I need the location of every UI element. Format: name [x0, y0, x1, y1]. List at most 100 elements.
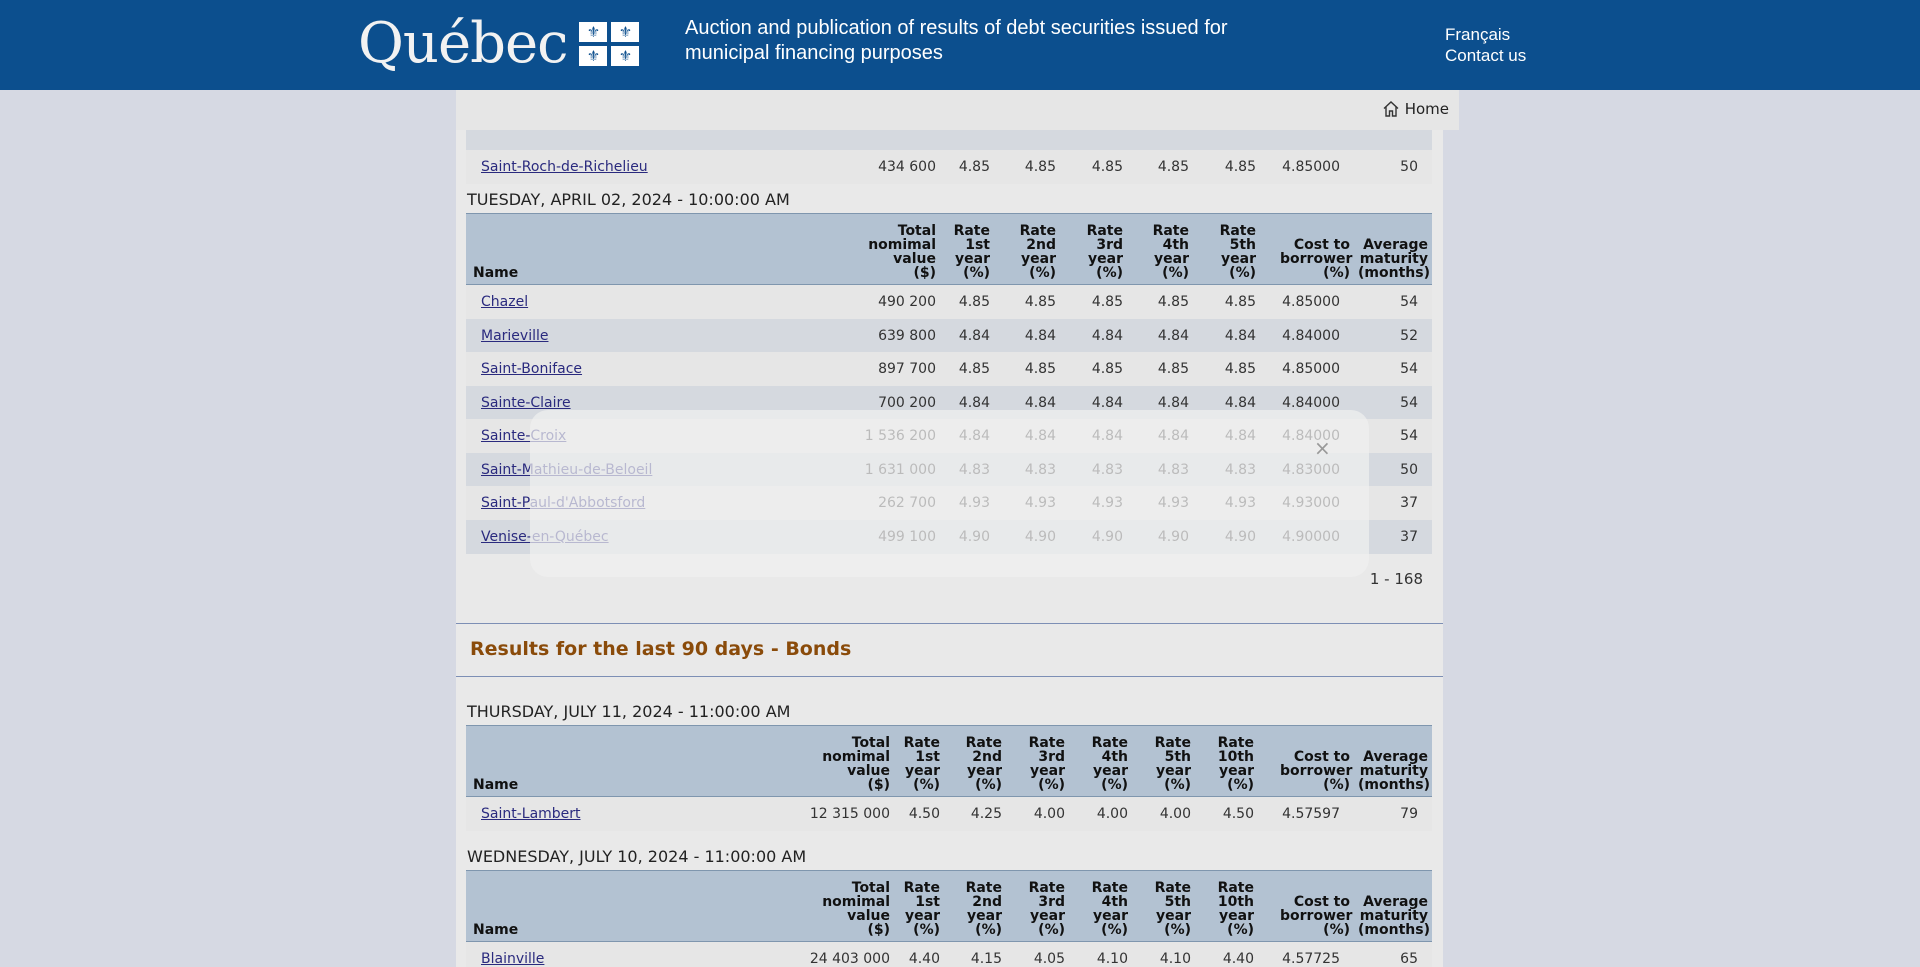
table-cell: 50 [1400, 159, 1418, 175]
contact-link[interactable]: Contact us [1445, 45, 1526, 66]
table-row [466, 130, 1432, 150]
language-link[interactable]: Français [1445, 24, 1526, 45]
table-cell: 4.85 [1224, 361, 1256, 377]
table-cell: 54 [1400, 361, 1418, 377]
table-cell: 490 200 [878, 294, 936, 310]
column-header: Cost to borrower (%) [1280, 894, 1353, 938]
table-cell: 4.85 [1024, 159, 1056, 175]
column-header: Average maturity (months) [1358, 894, 1430, 938]
table-header: Name Total nomimal value ($) Rate 1st year… [466, 870, 1432, 942]
pagination-range: 1 - 168 [1369, 570, 1423, 588]
municipality-link[interactable]: Saint-Lambert [481, 797, 581, 831]
table-row: Blainville 24 403 000 4.40 4.15 4.05 4.10 4.10… [466, 942, 1432, 967]
table-cell: 4.84 [958, 327, 990, 344]
fleur-de-lis-flag-icon: ⚜ ⚜ ⚜ ⚜ [579, 22, 640, 66]
table-cell: 12 315 000 [809, 806, 890, 822]
auction-date: THURSDAY, JULY 11, 2024 - 11:00:00 AM [467, 702, 791, 721]
table-row: Chazel 490 200 4.85 4.85 4.85 4.85 4.85 4.85000… [466, 285, 1432, 319]
table-cell: 4.84 [1224, 327, 1256, 344]
column-header-name: Name [473, 922, 519, 938]
table-cell: 4.10 [1096, 951, 1128, 967]
quebec-logo[interactable]: Québec ⚜ ⚜ ⚜ ⚜ [358, 14, 640, 74]
table-cell: 54 [1400, 294, 1418, 310]
table-cell: 4.85 [1024, 361, 1056, 377]
municipality-link[interactable]: Marieville [481, 319, 548, 353]
table-cell: 4.85 [1157, 159, 1189, 175]
column-header: Rate 1st year (%) [903, 735, 940, 793]
table-cell: 4.85 [1224, 294, 1256, 310]
column-header: Rate 10th year (%) [1217, 735, 1254, 793]
table-cell: 65 [1400, 951, 1418, 967]
municipality-link[interactable]: Saint-Roch-de-Richelieu [481, 150, 648, 184]
table-cell: 50 [1400, 461, 1418, 478]
table-cell: 4.85 [1091, 159, 1123, 175]
column-header: Rate 4th year (%) [1091, 735, 1128, 793]
table-cell: 24 403 000 [809, 951, 890, 967]
column-header: Rate 3rd year (%) [1028, 735, 1065, 793]
table-cell: 4.25 [970, 806, 1002, 822]
column-header: Rate 3rd year (%) [1028, 880, 1065, 938]
table-cell: 4.85 [958, 159, 990, 175]
bonds-section-header: Results for the last 90 days - Bonds [456, 623, 1443, 677]
table-cell: 4.50 [1222, 806, 1254, 822]
table-cell: 4.10 [1159, 951, 1191, 967]
column-header: Rate 5th year (%) [1154, 880, 1191, 938]
modal-overlay[interactable]: × [530, 410, 1369, 577]
column-header: Cost to borrower (%) [1280, 749, 1353, 793]
breadcrumb-bar: Home [456, 90, 1459, 130]
table-cell: 4.00 [1096, 806, 1128, 822]
table-cell: 79 [1400, 806, 1418, 822]
table-cell: 4.85000 [1282, 361, 1340, 377]
table-cell: 54 [1400, 428, 1418, 444]
column-header: Rate 2nd year (%) [965, 880, 1002, 938]
table-cell: 4.05 [1033, 951, 1065, 967]
table-cell: 4.85 [1224, 159, 1256, 175]
table-cell: 4.84 [1157, 327, 1189, 344]
close-icon[interactable]: × [1314, 436, 1331, 460]
column-header: Average maturity (months) [1358, 749, 1430, 793]
table-cell: 897 700 [878, 361, 936, 377]
table-row: Marieville 639 800 4.84 4.84 4.84 4.84 4.84 4.8… [466, 318, 1432, 353]
table-cell: 4.85 [1091, 294, 1123, 310]
municipality-link[interactable]: Chazel [481, 285, 528, 319]
table-cell: 4.84000 [1282, 327, 1340, 344]
table-cell: 4.85 [1091, 361, 1123, 377]
column-header: Rate 1st year (%) [903, 880, 940, 938]
home-icon [1383, 101, 1399, 117]
municipality-link[interactable]: Saint-Boniface [481, 352, 582, 386]
site-header: Québec ⚜ ⚜ ⚜ ⚜ Auction and publication of r… [0, 0, 1920, 90]
table-cell: 37 [1400, 528, 1418, 545]
auction-date: TUESDAY, APRIL 02, 2024 - 10:00:00 AM [467, 190, 790, 209]
table-row: Saint-Lambert 12 315 000 4.50 4.25 4.00 4.00 4… [466, 797, 1432, 831]
table-cell: 54 [1400, 394, 1418, 411]
section-title: Results for the last 90 days - Bonds [470, 638, 852, 660]
table-cell: 4.85 [958, 361, 990, 377]
column-header: Rate 4th year (%) [1152, 223, 1189, 281]
home-label: Home [1404, 100, 1449, 118]
table-cell: 434 600 [878, 159, 936, 175]
table-cell: 4.85 [1157, 294, 1189, 310]
home-link[interactable]: Home [1382, 100, 1449, 118]
column-header: Rate 3rd year (%) [1086, 223, 1123, 281]
table-cell: 4.85 [958, 294, 990, 310]
column-header: Cost to borrower (%) [1280, 237, 1353, 281]
column-header: Rate 10th year (%) [1217, 880, 1254, 938]
auction-date: WEDNESDAY, JULY 10, 2024 - 11:00:00 AM [467, 847, 807, 866]
table-cell: 4.85000 [1282, 159, 1340, 175]
column-header: Total nomimal value ($) [868, 223, 936, 281]
table-row: Saint-Roch-de-Richelieu 434 600 4.85 4.8… [466, 150, 1432, 184]
table-cell: 4.85 [1024, 294, 1056, 310]
column-header: Rate 2nd year (%) [965, 735, 1002, 793]
table-row: Saint-Boniface 897 700 4.85 4.85 4.85 4.85 4.8… [466, 352, 1432, 386]
table-cell: 4.85000 [1282, 294, 1340, 310]
table-cell: 37 [1400, 495, 1418, 511]
table-cell: 4.84 [1024, 327, 1056, 344]
column-header: Rate 5th year (%) [1154, 735, 1191, 793]
table-cell: 4.00 [1033, 806, 1065, 822]
table-cell: 4.57725 [1282, 951, 1340, 967]
table-cell: 639 800 [878, 327, 936, 344]
column-header-name: Name [473, 265, 519, 281]
municipality-link[interactable]: Blainville [481, 942, 544, 967]
table-cell: 4.85 [1157, 361, 1189, 377]
column-header: Total nomimal value ($) [822, 880, 890, 938]
